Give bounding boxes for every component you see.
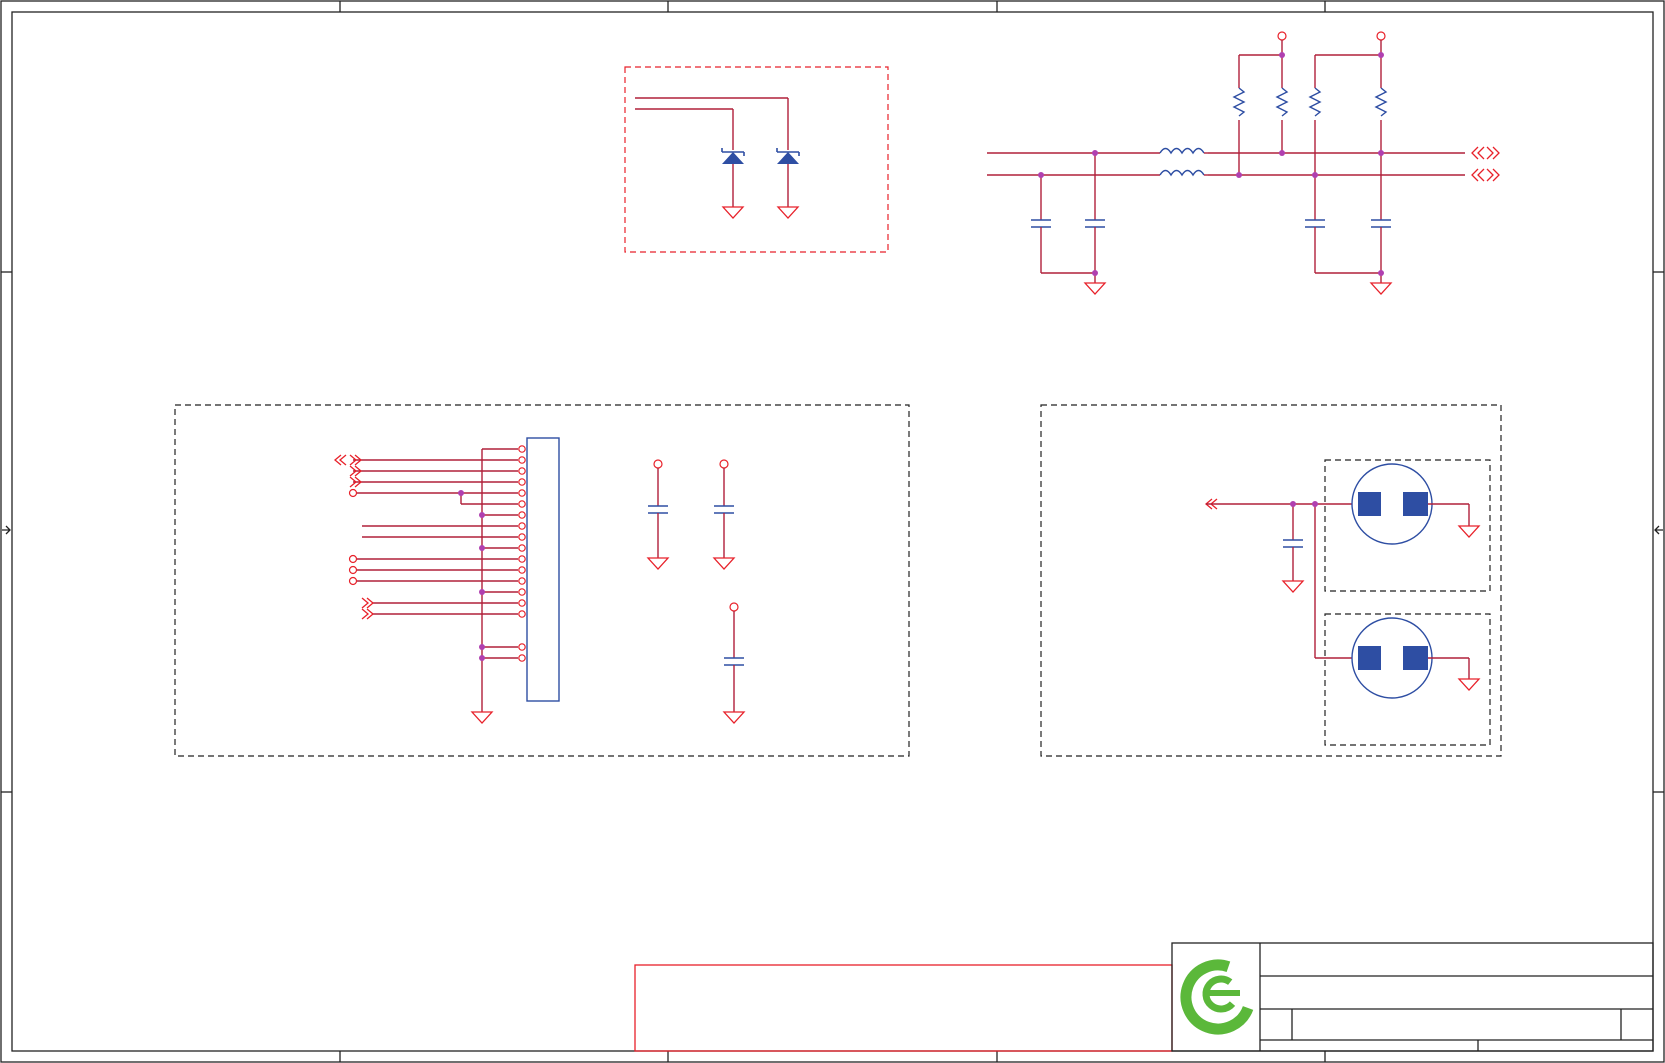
schematic-sheet xyxy=(0,0,1665,1063)
mounting-holes-block xyxy=(1040,404,1502,757)
connector-pin xyxy=(518,643,526,651)
connector-pin xyxy=(518,500,526,508)
connector-pin xyxy=(518,489,526,497)
capacitor xyxy=(1031,219,1051,228)
connector-pin xyxy=(518,533,526,541)
revision-box xyxy=(634,964,1173,1052)
off-sheet-connector xyxy=(1471,168,1500,182)
resistor-r4 xyxy=(1374,87,1388,117)
capacitor xyxy=(724,657,744,666)
connector-pin xyxy=(518,555,526,563)
off-sheet-connector xyxy=(361,608,375,620)
connector-pin xyxy=(518,478,526,486)
ground-symbol xyxy=(721,206,745,219)
port-circle xyxy=(348,565,358,575)
connector-block-border xyxy=(174,404,910,757)
mounting-hole-1 xyxy=(1351,463,1481,545)
mounting-hole-2 xyxy=(1351,617,1481,699)
connector-pin xyxy=(518,654,526,662)
connector-pin xyxy=(518,577,526,585)
power-port xyxy=(1376,31,1386,41)
capacitor xyxy=(714,505,734,514)
ground-symbol xyxy=(712,557,736,570)
common-mode-filter-block xyxy=(987,31,1500,295)
tvs-diode-1 xyxy=(721,148,745,164)
connector-pin xyxy=(518,522,526,530)
off-sheet-connector xyxy=(361,597,375,609)
capacitor xyxy=(1283,539,1303,548)
port-circle xyxy=(348,576,358,586)
off-sheet-connector xyxy=(333,454,347,466)
connector-pin xyxy=(518,566,526,574)
connector-pin xyxy=(518,511,526,519)
port-circle xyxy=(348,488,358,498)
connector-body xyxy=(526,437,560,702)
connector-pin xyxy=(518,456,526,464)
connector-pin xyxy=(518,610,526,618)
green-e-logo-icon xyxy=(1180,959,1256,1035)
connector-pin xyxy=(518,588,526,596)
mounting-block-border xyxy=(1040,404,1502,757)
power-port xyxy=(729,602,739,612)
resistor-r1 xyxy=(1232,87,1246,117)
ground-symbol xyxy=(646,557,670,570)
resistor-r2 xyxy=(1275,87,1289,117)
ground-symbol xyxy=(1369,282,1393,295)
connector-pin xyxy=(518,445,526,453)
ground-symbol xyxy=(722,711,746,724)
power-port xyxy=(1277,31,1287,41)
capacitor xyxy=(1371,219,1391,228)
capacitor xyxy=(648,505,668,514)
ground-symbol xyxy=(470,711,494,724)
connector-pin xyxy=(518,599,526,607)
connector-pin xyxy=(518,544,526,552)
tvs-diode-2 xyxy=(776,148,800,164)
common-mode-choke xyxy=(1159,147,1208,177)
power-port xyxy=(653,459,663,469)
connector-pin xyxy=(518,467,526,475)
port-circle xyxy=(348,554,358,564)
ground-symbol xyxy=(776,206,800,219)
off-sheet-connector xyxy=(1471,146,1500,160)
connector-pins xyxy=(482,445,526,662)
drawing-frame xyxy=(0,0,1665,1063)
resistor-r3 xyxy=(1308,87,1322,117)
esd-block-border xyxy=(624,66,889,253)
ground-symbol xyxy=(1457,678,1481,691)
power-port xyxy=(719,459,729,469)
title-block xyxy=(634,942,1654,1052)
ground-symbol xyxy=(1281,580,1305,593)
ground-symbol xyxy=(1457,525,1481,538)
connector-block xyxy=(174,404,910,757)
esd-protection-block xyxy=(624,66,889,253)
capacitor xyxy=(1085,219,1105,228)
ground-symbol xyxy=(1083,282,1107,295)
capacitor xyxy=(1305,219,1325,228)
